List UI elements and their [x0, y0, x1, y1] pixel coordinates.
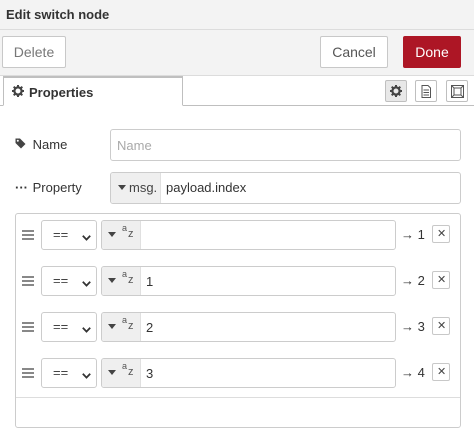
- property-typed-input[interactable]: msg. payload.index: [110, 172, 461, 204]
- operator-select[interactable]: ==: [41, 312, 97, 342]
- remove-rule-button[interactable]: ✕: [432, 271, 450, 289]
- rules-list: == az → 1 ✕ == az 1 → 2 ✕ == az 2 → 3 ✕ …: [15, 213, 461, 428]
- rule-value[interactable]: 1: [146, 274, 153, 289]
- rule-row: == az 2 → 3 ✕: [16, 306, 460, 352]
- caret-down-icon: [108, 278, 116, 283]
- rule-value-input[interactable]: az 1: [101, 266, 396, 296]
- caret-down-icon: [118, 185, 126, 190]
- drag-handle-icon[interactable]: [22, 322, 34, 332]
- chevron-down-icon: [82, 321, 91, 336]
- output-port-label: → 3: [401, 319, 425, 334]
- remove-rule-button[interactable]: ✕: [432, 225, 450, 243]
- property-label-text: Property: [32, 180, 82, 195]
- output-port-label: → 4: [401, 365, 425, 380]
- tab-bar: Properties: [0, 76, 474, 106]
- close-icon: ✕: [437, 274, 447, 286]
- delete-button[interactable]: Delete: [2, 36, 66, 68]
- value-type-select[interactable]: az: [102, 359, 141, 387]
- drag-handle-icon[interactable]: [22, 230, 34, 240]
- rule-value-input[interactable]: az 3: [101, 358, 396, 388]
- drag-handle-icon[interactable]: [22, 368, 34, 378]
- name-input[interactable]: [110, 129, 461, 161]
- operator-select[interactable]: ==: [41, 358, 97, 388]
- rule-value[interactable]: 3: [146, 366, 153, 381]
- operator-value: ==: [53, 273, 69, 288]
- chevron-down-icon: [82, 367, 91, 382]
- value-type-select[interactable]: az: [102, 313, 141, 341]
- string-type-icon: az: [122, 269, 134, 286]
- rule-value-input[interactable]: az: [101, 220, 396, 250]
- output-port-label: → 2: [401, 273, 425, 288]
- ellipsis-icon: ···: [15, 180, 28, 195]
- operator-value: ==: [53, 319, 69, 334]
- caret-down-icon: [108, 232, 116, 237]
- rule-row: == az 1 → 2 ✕: [16, 260, 460, 306]
- cancel-button[interactable]: Cancel: [320, 36, 388, 68]
- remove-rule-button[interactable]: ✕: [432, 363, 450, 381]
- value-type-select[interactable]: az: [102, 221, 141, 249]
- tab-settings-button[interactable]: [385, 80, 407, 102]
- operator-select[interactable]: ==: [41, 220, 97, 250]
- remove-rule-button[interactable]: ✕: [432, 317, 450, 335]
- close-icon: ✕: [437, 366, 447, 378]
- property-label: ··· Property: [15, 180, 82, 195]
- rule-value-input[interactable]: az 2: [101, 312, 396, 342]
- chevron-down-icon: [82, 229, 91, 244]
- close-icon: ✕: [437, 320, 447, 332]
- output-port-label: → 1: [401, 227, 425, 242]
- dialog-toolbar: Delete Cancel Done: [0, 30, 474, 76]
- operator-value: ==: [53, 227, 69, 242]
- dialog-title: Edit switch node: [6, 7, 110, 22]
- property-type-select[interactable]: msg.: [111, 173, 161, 203]
- rule-row: == az 3 → 4 ✕: [16, 352, 460, 398]
- tab-description-button[interactable]: [415, 80, 437, 102]
- name-label: Name: [15, 137, 67, 152]
- dialog-titlebar: Edit switch node: [0, 0, 474, 30]
- name-label-text: Name: [32, 137, 68, 152]
- drag-handle-icon[interactable]: [22, 276, 34, 286]
- tab-appearance-button[interactable]: [446, 80, 468, 102]
- string-type-icon: az: [122, 315, 134, 332]
- caret-down-icon: [108, 370, 116, 375]
- string-type-icon: az: [122, 223, 134, 240]
- close-icon: ✕: [437, 228, 447, 240]
- value-type-select[interactable]: az: [102, 267, 141, 295]
- tag-icon: [15, 137, 29, 152]
- rule-value[interactable]: 2: [146, 320, 153, 335]
- string-type-icon: az: [122, 361, 134, 378]
- rule-row: == az → 1 ✕: [16, 214, 460, 260]
- operator-select[interactable]: ==: [41, 266, 97, 296]
- tab-properties[interactable]: Properties: [3, 76, 183, 106]
- done-button[interactable]: Done: [403, 36, 461, 68]
- gear-icon: [12, 85, 24, 100]
- tab-properties-label: Properties: [29, 85, 94, 100]
- chevron-down-icon: [82, 275, 91, 290]
- caret-down-icon: [108, 324, 116, 329]
- operator-value: ==: [53, 365, 69, 380]
- property-value[interactable]: payload.index: [166, 180, 246, 195]
- property-type-label: msg.: [129, 180, 158, 195]
